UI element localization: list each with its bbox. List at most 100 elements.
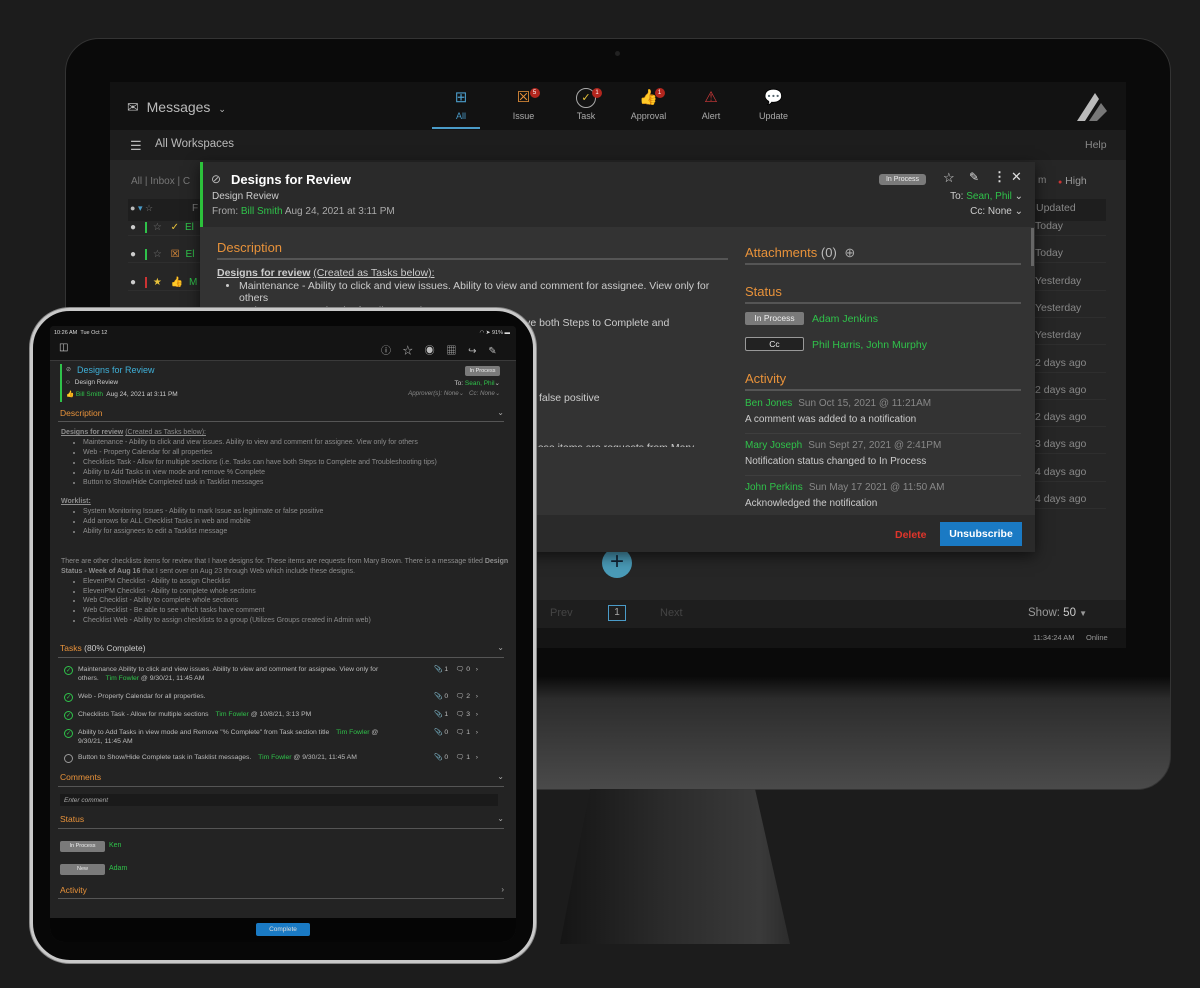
- comment-count: 2: [466, 693, 471, 700]
- updated-date: Yesterday: [1035, 329, 1082, 342]
- tab-all[interactable]: ⊞ All: [433, 88, 489, 121]
- chevron-right-icon[interactable]: ›: [476, 729, 478, 736]
- sender-link[interactable]: Bill Smith: [241, 206, 283, 217]
- edit-pencil-icon[interactable]: ✎: [488, 346, 496, 357]
- ipad-toolbar: ⓘ ☆ ◉ ▦ ↪ ✎: [381, 342, 497, 357]
- chevron-down-icon[interactable]: ⌄: [497, 643, 504, 652]
- select-checkbox[interactable]: ●: [130, 277, 136, 288]
- add-attachment-icon[interactable]: ⊕: [844, 245, 855, 260]
- chevron-down-icon[interactable]: ⌄: [497, 772, 504, 781]
- activity-heading[interactable]: Activity: [60, 885, 87, 895]
- chevron-right-icon[interactable]: ›: [501, 885, 504, 894]
- unsubscribe-button[interactable]: Unsubscribe: [940, 522, 1022, 546]
- check-circle-icon[interactable]: ✓: [64, 729, 73, 738]
- complete-button[interactable]: Complete: [256, 923, 310, 936]
- next-page-button[interactable]: Next: [660, 607, 683, 619]
- chevron-right-icon[interactable]: ›: [476, 693, 478, 700]
- updated-date: 3 days ago: [1035, 438, 1087, 451]
- check-circle-icon[interactable]: ✓: [64, 666, 73, 675]
- chevron-right-icon[interactable]: ›: [476, 754, 478, 761]
- chevron-down-icon[interactable]: ⌄: [497, 408, 504, 417]
- chevron-down-icon[interactable]: ⌄: [497, 814, 504, 823]
- updated-column-header[interactable]: Updated: [1036, 202, 1076, 214]
- updated-date: Today: [1035, 220, 1064, 232]
- prev-page-button[interactable]: Prev: [550, 607, 573, 619]
- message-row[interactable]: ● ☆ ✓ El: [130, 222, 194, 233]
- message-row[interactable]: ● ☆ ☒ El: [130, 249, 194, 260]
- tab-task[interactable]: ✓ 1 Task: [558, 88, 614, 121]
- help-icon[interactable]: ⓘ: [381, 346, 391, 357]
- from-column-header[interactable]: F: [192, 203, 198, 214]
- approvers[interactable]: Approver(s): None: [408, 390, 459, 397]
- activity-user[interactable]: Mary Joseph: [745, 440, 802, 451]
- star-icon[interactable]: ☆: [153, 222, 162, 233]
- camera: [615, 51, 620, 56]
- chevron-right-icon[interactable]: ›: [476, 711, 478, 718]
- star-icon[interactable]: ☆: [153, 249, 162, 260]
- select-checkbox[interactable]: ●: [130, 222, 136, 233]
- page-size-select[interactable]: Show: 50 ▼: [1028, 607, 1087, 619]
- activity-entry: John Perkins Sun May 17 2021 @ 11:50 AM Ac…: [745, 482, 944, 509]
- task-user[interactable]: Tim Fowler: [106, 675, 139, 682]
- close-icon[interactable]: ✕: [1011, 169, 1022, 185]
- comment-input[interactable]: Enter comment: [60, 794, 498, 806]
- bullet-item: Web Checklist - Be able to see which tas…: [83, 606, 511, 616]
- task-user[interactable]: Tim Fowler: [336, 729, 369, 736]
- type-icon: ✓: [170, 222, 179, 234]
- tab-update[interactable]: 💬 Update: [746, 88, 802, 121]
- tasks-heading[interactable]: Tasks (80% Complete): [60, 643, 146, 653]
- check-circle-icon[interactable]: ✓: [64, 693, 73, 702]
- tab-approval[interactable]: 👍 1 Approval: [621, 88, 677, 121]
- status-heading: Status: [745, 284, 782, 299]
- list-filter[interactable]: All | Inbox | C: [131, 176, 190, 187]
- activity-user[interactable]: Ben Jones: [745, 398, 792, 409]
- sidebar-toggle-icon[interactable]: ◫: [59, 342, 68, 353]
- task-user[interactable]: Tim Fowler: [215, 711, 248, 718]
- paperclip-icon: 📎: [434, 754, 443, 761]
- cc-recipients[interactable]: Cc: None ⌄: [970, 206, 1023, 217]
- scrollbar[interactable]: [1031, 228, 1034, 266]
- chevron-right-icon[interactable]: ›: [476, 666, 478, 673]
- star-icon[interactable]: ☆: [403, 346, 413, 357]
- check-circle-icon[interactable]: ✓: [64, 711, 73, 720]
- row-sender: El: [185, 249, 195, 261]
- task-user[interactable]: Tim Fowler: [258, 754, 291, 761]
- add-message-button[interactable]: +: [602, 548, 632, 578]
- workspace-bar: ☰ All Workspaces All7NewIn Process7Compl…: [110, 130, 1126, 199]
- calendar-icon[interactable]: ▦: [446, 346, 456, 357]
- description-heading: Description: [217, 240, 283, 255]
- bullet-item: System Monitoring Issues - Ability to ma…: [83, 507, 511, 517]
- status-pill: In Process: [60, 841, 105, 852]
- status-heading[interactable]: Status: [60, 814, 84, 824]
- cc-recipients[interactable]: Cc: None: [469, 390, 495, 397]
- caret-down-icon: ▼: [1079, 609, 1088, 618]
- select-all-checkbox[interactable]: ● ▾ ☆: [130, 203, 153, 214]
- share-icon[interactable]: ↪: [468, 346, 476, 357]
- activity-user[interactable]: John Perkins: [745, 482, 803, 493]
- empty-circle-icon[interactable]: [64, 754, 73, 763]
- tab-alert[interactable]: ⚠ Alert: [683, 88, 739, 121]
- workspace-selector[interactable]: All Workspaces: [155, 138, 234, 150]
- bullet-item: Button to Show/Hide Completed task in Ta…: [83, 478, 511, 488]
- message-row[interactable]: ● ★ 👍 M: [130, 276, 197, 288]
- help-link[interactable]: Help: [1085, 139, 1107, 151]
- to-recipients[interactable]: To: Sean, Phil ⌄: [950, 191, 1023, 202]
- updated-date: Today: [1035, 247, 1064, 260]
- to-recipients[interactable]: To: Sean, Phil⌄: [454, 379, 500, 387]
- star-icon[interactable]: ☆: [943, 170, 955, 186]
- more-options-icon[interactable]: ⋮: [993, 169, 1006, 185]
- user-icon[interactable]: ◉: [425, 346, 435, 357]
- description-heading[interactable]: Description: [60, 408, 103, 418]
- app-logo: [1077, 93, 1107, 121]
- delete-button[interactable]: Delete: [895, 529, 927, 541]
- messages-menu[interactable]: ✉ Messages ⌄: [127, 99, 226, 116]
- tab-issue[interactable]: ☒ 5 Issue: [496, 88, 552, 121]
- comments-heading[interactable]: Comments: [60, 772, 101, 782]
- current-page[interactable]: 1: [608, 605, 626, 621]
- bullet-item: ElevenPM Checklist - Ability to assign C…: [83, 577, 511, 587]
- select-checkbox[interactable]: ●: [130, 249, 136, 260]
- hamburger-icon[interactable]: ☰: [130, 138, 142, 154]
- activity-date: Sun Oct 15, 2021 @ 11:21AM: [798, 398, 932, 409]
- star-icon[interactable]: ★: [153, 277, 162, 288]
- edit-pencil-icon[interactable]: ✎: [969, 170, 979, 184]
